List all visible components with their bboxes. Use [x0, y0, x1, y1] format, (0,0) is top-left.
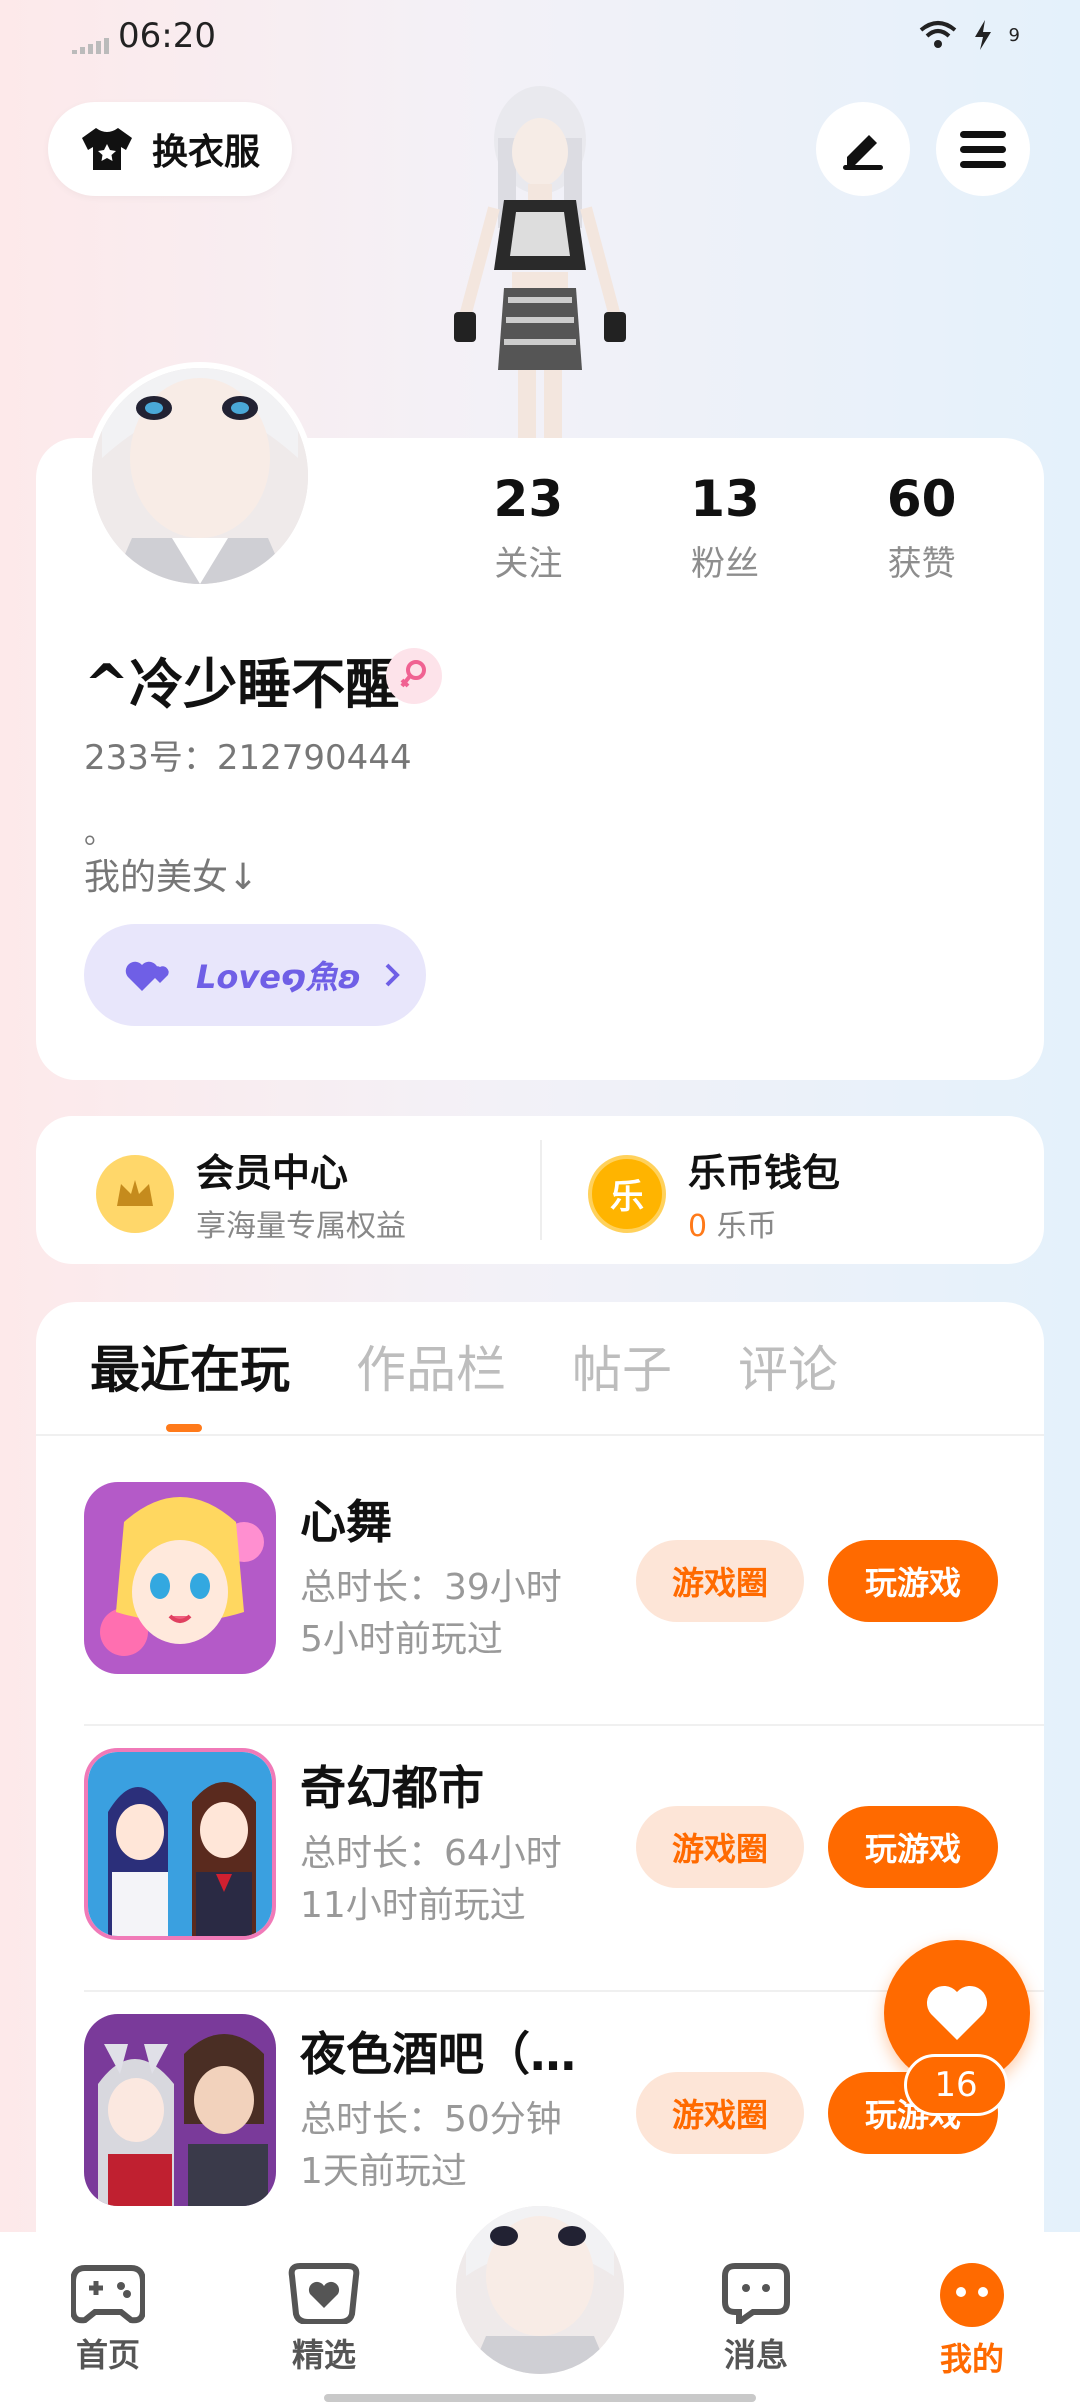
gamepad-icon: [71, 2265, 145, 2324]
hearts-icon: [125, 961, 169, 991]
nav-messages[interactable]: 消息: [686, 2262, 826, 2376]
nav-label: 精选: [291, 2336, 356, 2374]
battery-level: 9: [1008, 24, 1020, 46]
stat-followers[interactable]: 13 粉丝: [627, 470, 824, 585]
nav-me[interactable]: 我的: [902, 2262, 1042, 2380]
member-center-subtitle: 享海量专属权益: [196, 1209, 406, 1244]
stat-likes[interactable]: 60 获赞: [823, 470, 1020, 585]
change-outfit-button[interactable]: 换衣服: [48, 102, 292, 196]
game-name: 奇幻都市: [300, 1761, 484, 1815]
game-last-played: 5小时前玩过: [300, 1619, 503, 1660]
chevron-right-icon: [385, 963, 400, 987]
avatar-figure: [420, 80, 660, 440]
bio-line-1: 。: [84, 816, 114, 851]
nav-featured[interactable]: 精选: [254, 2262, 394, 2376]
bio-line-2: 我的美女↓: [84, 857, 259, 898]
game-circle-button[interactable]: 游戏圈: [636, 2072, 804, 2154]
stat-number: 23: [493, 470, 564, 528]
game-name: 夜色酒吧（…: [300, 2027, 576, 2081]
profile-stats: 23 关注 13 粉丝 60 获赞: [430, 470, 1020, 585]
change-outfit-label: 换衣服: [152, 132, 261, 173]
stat-following[interactable]: 23 关注: [430, 470, 627, 585]
member-center-entry[interactable]: 会员中心 享海量专属权益: [96, 1142, 406, 1245]
game-duration: 总时长：39小时: [300, 1567, 562, 1608]
list-item[interactable]: 奇幻都市 总时长：64小时 11小时前玩过 游戏圈 玩游戏: [84, 1726, 1044, 1992]
game-name: 心舞: [300, 1495, 392, 1549]
user-id: 233号：212790444: [84, 738, 412, 778]
game-icon: [84, 1748, 276, 1940]
couple-tag-button[interactable]: Love໑魚ʚ: [84, 924, 426, 1026]
tab-posts[interactable]: 帖子: [572, 1330, 672, 1402]
edit-profile-button[interactable]: [816, 102, 910, 196]
game-circle-button[interactable]: 游戏圈: [636, 1806, 804, 1888]
nickname: ^冷少睡不醒: [84, 653, 400, 716]
game-last-played: 11小时前玩过: [300, 1885, 526, 1926]
heart-box-icon: [288, 2263, 360, 2324]
stat-label: 获赞: [887, 544, 956, 584]
couple-tag-label: Love໑魚ʚ: [196, 958, 362, 996]
signal-icon: [72, 38, 109, 54]
stat-label: 粉丝: [691, 544, 759, 584]
face-icon: [940, 2263, 1004, 2327]
divider: [36, 1434, 1044, 1436]
status-bar: 06:20 9: [0, 0, 1080, 80]
nav-label: 消息: [723, 2336, 788, 2374]
wallet-amount: 0: [688, 1209, 708, 1244]
profile-tabs: 最近在玩 作品栏 帖子 评论: [90, 1330, 838, 1402]
center-avatar-button[interactable]: [456, 2206, 624, 2374]
pen-icon: [843, 135, 883, 170]
game-last-played: 1天前玩过: [300, 2151, 467, 2192]
tab-works[interactable]: 作品栏: [356, 1330, 506, 1402]
game-icon: [84, 1482, 276, 1674]
tab-indicator: [166, 1424, 202, 1432]
game-duration: 总时长：64小时: [300, 1833, 562, 1874]
wifi-icon: [919, 21, 956, 48]
clock: 06:20: [118, 16, 216, 56]
play-game-button[interactable]: 玩游戏: [828, 1806, 998, 1888]
wallet-entry[interactable]: 乐 乐币钱包 0 乐币: [588, 1142, 840, 1245]
avatar[interactable]: [86, 362, 314, 590]
list-item[interactable]: 心舞 总时长：39小时 5小时前玩过 游戏圈 玩游戏: [84, 1460, 1044, 1726]
shirt-icon: [82, 128, 132, 170]
stat-number: 13: [690, 470, 760, 528]
female-gender-icon: [386, 648, 442, 704]
game-duration: 总时长：50分钟: [300, 2099, 562, 2140]
charging-icon: [974, 20, 991, 50]
member-wallet-card: 会员中心 享海量专属权益 乐 乐币钱包 0 乐币: [36, 1116, 1044, 1264]
coin-char: 乐: [610, 1177, 644, 1217]
coin-icon: 乐: [588, 1154, 666, 1233]
home-indicator[interactable]: [324, 2394, 756, 2402]
game-circle-button[interactable]: 游戏圈: [636, 1540, 804, 1622]
stat-number: 60: [886, 470, 957, 528]
like-count-badge: 16: [904, 2054, 1008, 2116]
hamburger-icon: [960, 131, 1006, 168]
nav-home[interactable]: 首页: [38, 2262, 178, 2376]
crown-icon: [96, 1154, 174, 1233]
menu-button[interactable]: [936, 102, 1030, 196]
wallet-unit: 乐币: [716, 1209, 777, 1244]
stat-label: 关注: [494, 544, 563, 584]
game-icon: [84, 2014, 276, 2206]
tab-recently-played[interactable]: 最近在玩: [90, 1330, 290, 1402]
nav-label: 我的: [939, 2340, 1004, 2378]
play-game-button[interactable]: 玩游戏: [828, 1540, 998, 1622]
nav-label: 首页: [75, 2336, 140, 2374]
tab-comments[interactable]: 评论: [738, 1330, 838, 1402]
wallet-title: 乐币钱包: [688, 1151, 841, 1195]
member-center-title: 会员中心: [196, 1151, 349, 1195]
heart-icon: [926, 1985, 988, 2040]
chat-icon: [722, 2263, 790, 2324]
divider: [540, 1140, 542, 1240]
